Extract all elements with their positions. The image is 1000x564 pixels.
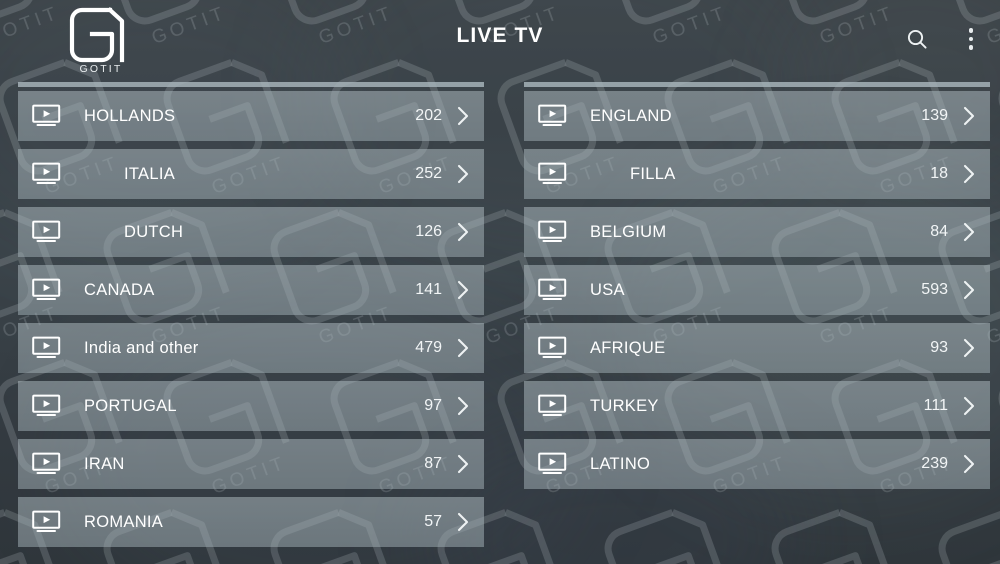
channel-count: 139 <box>921 107 948 124</box>
tv-play-icon <box>32 104 62 128</box>
category-row[interactable]: ROMANIA 57 <box>18 497 484 547</box>
category-name: ITALIA <box>124 164 176 183</box>
category-row[interactable]: FILLA 18 <box>524 149 990 199</box>
overflow-dots <box>968 28 974 50</box>
chevron-right-icon[interactable] <box>442 394 484 418</box>
category-name: BELGIUM <box>590 222 667 241</box>
category-name: FILLA <box>630 164 676 183</box>
category-row[interactable]: TURKEY 111 <box>524 381 990 431</box>
category-name: PORTUGAL <box>84 396 177 415</box>
chevron-right-icon[interactable] <box>442 104 484 128</box>
channel-count: 57 <box>424 513 442 530</box>
channel-count: 111 <box>923 397 948 414</box>
channel-count: 202 <box>415 107 442 124</box>
channel-count: 141 <box>415 281 442 298</box>
category-row[interactable]: ENGLAND 139 <box>524 91 990 141</box>
channel-count: 97 <box>424 397 442 414</box>
tv-play-icon <box>32 162 62 186</box>
category-row[interactable]: HOLLANDS 202 <box>18 91 484 141</box>
category-name: IRAN <box>84 454 125 473</box>
category-name: DUTCH <box>124 222 184 241</box>
channel-count: 126 <box>415 223 442 240</box>
category-row[interactable]: ITALIA 252 <box>18 149 484 199</box>
category-name: HOLLANDS <box>84 106 176 125</box>
category-name: CANADA <box>84 280 155 299</box>
chevron-right-icon[interactable] <box>442 510 484 534</box>
tv-play-icon <box>32 452 62 476</box>
tv-play-icon <box>32 510 62 534</box>
tv-play-icon <box>538 162 568 186</box>
category-name: ENGLAND <box>590 106 672 125</box>
tv-play-icon <box>538 336 568 360</box>
category-row[interactable]: India and other 479 <box>18 323 484 373</box>
tv-play-icon <box>32 220 62 244</box>
svg-text:GOTIT: GOTIT <box>79 63 122 74</box>
category-row[interactable]: DUTCH 126 <box>18 207 484 257</box>
channel-count: 252 <box>415 165 442 182</box>
category-row[interactable]: CANADA 141 <box>18 265 484 315</box>
tv-play-icon <box>32 336 62 360</box>
chevron-right-icon[interactable] <box>948 220 990 244</box>
chevron-right-icon[interactable] <box>442 220 484 244</box>
category-row[interactable]: AFRIQUE 93 <box>524 323 990 373</box>
channel-count: 239 <box>921 455 948 472</box>
category-name: AFRIQUE <box>590 338 666 357</box>
chevron-right-icon[interactable] <box>442 336 484 360</box>
category-name: USA <box>590 280 625 299</box>
tv-play-icon <box>538 278 568 302</box>
channel-count: 93 <box>930 339 948 356</box>
live-tv-screen: GOTIT GOTIT GOTIT GOTIT GOTIT GOTIT GOTIT GOTIT… <box>0 0 1000 564</box>
left-category-column: HOLLANDS 202 ITALIA 252 DUTCH 126 CANADA 141 Ind… <box>18 82 484 564</box>
tv-play-icon <box>538 452 568 476</box>
chevron-right-icon[interactable] <box>442 162 484 186</box>
category-row[interactable]: USA 593 <box>524 265 990 315</box>
category-name: TURKEY <box>590 396 659 415</box>
more-vertical-icon[interactable] <box>952 20 990 58</box>
channel-count: 84 <box>930 223 948 240</box>
right-category-column: ENGLAND 139 FILLA 18 BELGIUM 84 USA 593 AFRIQUE 9… <box>524 82 990 564</box>
category-row[interactable]: IRAN 87 <box>18 439 484 489</box>
header-actions <box>898 20 990 58</box>
category-name: India and other <box>84 338 199 357</box>
tv-play-icon <box>538 394 568 418</box>
category-name: ROMANIA <box>84 512 164 531</box>
channel-count: 593 <box>921 281 948 298</box>
channel-count: 87 <box>424 455 442 472</box>
left-rows-container: HOLLANDS 202 ITALIA 252 DUTCH 126 CANADA 141 Ind… <box>18 91 484 547</box>
page-title: LIVE TV <box>456 24 544 47</box>
category-lists: HOLLANDS 202 ITALIA 252 DUTCH 126 CANADA 141 Ind… <box>0 82 1000 564</box>
channel-count: 18 <box>930 165 948 182</box>
category-row[interactable]: LATINO 239 <box>524 439 990 489</box>
chevron-right-icon[interactable] <box>948 394 990 418</box>
chevron-right-icon[interactable] <box>442 278 484 302</box>
partial-row-top <box>18 82 484 87</box>
partial-row-top <box>524 82 990 87</box>
chevron-right-icon[interactable] <box>948 452 990 476</box>
channel-count: 479 <box>415 339 442 356</box>
chevron-right-icon[interactable] <box>948 278 990 302</box>
chevron-right-icon[interactable] <box>948 336 990 360</box>
chevron-right-icon[interactable] <box>948 162 990 186</box>
right-rows-container: ENGLAND 139 FILLA 18 BELGIUM 84 USA 593 AFRIQUE 9… <box>524 91 990 489</box>
category-name: LATINO <box>590 454 651 473</box>
tv-play-icon <box>32 394 62 418</box>
tv-play-icon <box>538 104 568 128</box>
category-row[interactable]: PORTUGAL 97 <box>18 381 484 431</box>
tv-play-icon <box>32 278 62 302</box>
chevron-right-icon[interactable] <box>442 452 484 476</box>
tv-play-icon <box>538 220 568 244</box>
category-row[interactable]: BELGIUM 84 <box>524 207 990 257</box>
chevron-right-icon[interactable] <box>948 104 990 128</box>
search-icon[interactable] <box>898 20 936 58</box>
app-header: GOTIT LIVE TV <box>0 0 1000 78</box>
